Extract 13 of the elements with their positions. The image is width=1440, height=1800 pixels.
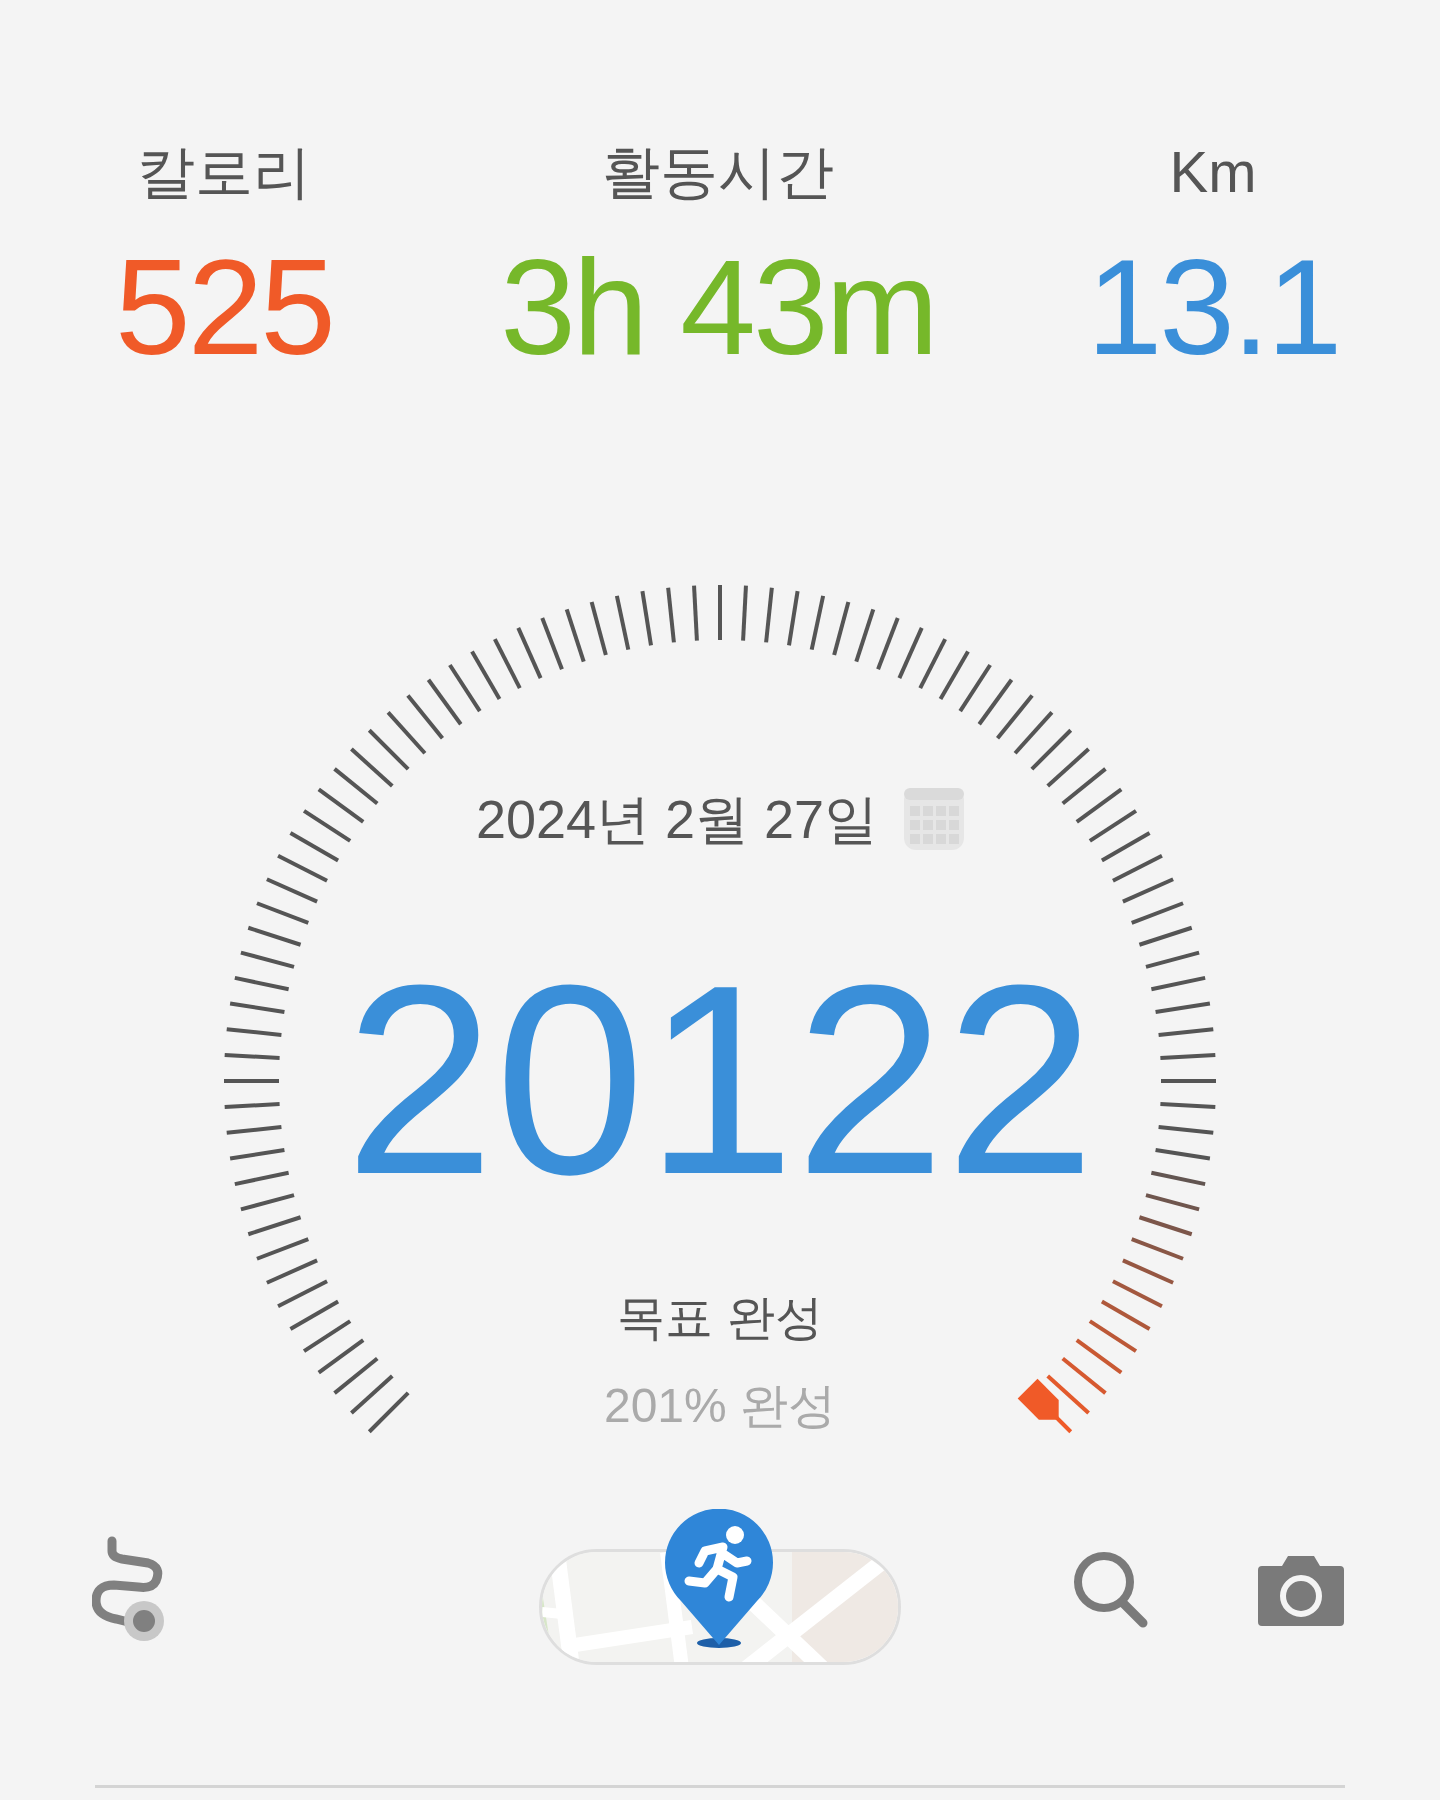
needle-marker xyxy=(1017,1378,1059,1420)
goal-status: 목표 완성 xyxy=(617,1290,823,1346)
step-count: 20122 xyxy=(344,930,1096,1230)
stat-label: 칼로리 xyxy=(137,140,311,204)
runner-pin-icon[interactable] xyxy=(663,1509,775,1649)
date-label: 2024년 2월 27일 xyxy=(475,789,879,849)
stat-label: 활동시간 xyxy=(602,140,834,204)
stat-label: Km xyxy=(1169,140,1257,204)
stat-value: 13.1 xyxy=(1086,232,1340,382)
goal-percent: 201% 완성 xyxy=(603,1378,837,1434)
stat-value: 3h 43m xyxy=(500,232,936,382)
stat-value: 525 xyxy=(115,232,333,382)
camera-icon[interactable] xyxy=(1258,1554,1344,1626)
